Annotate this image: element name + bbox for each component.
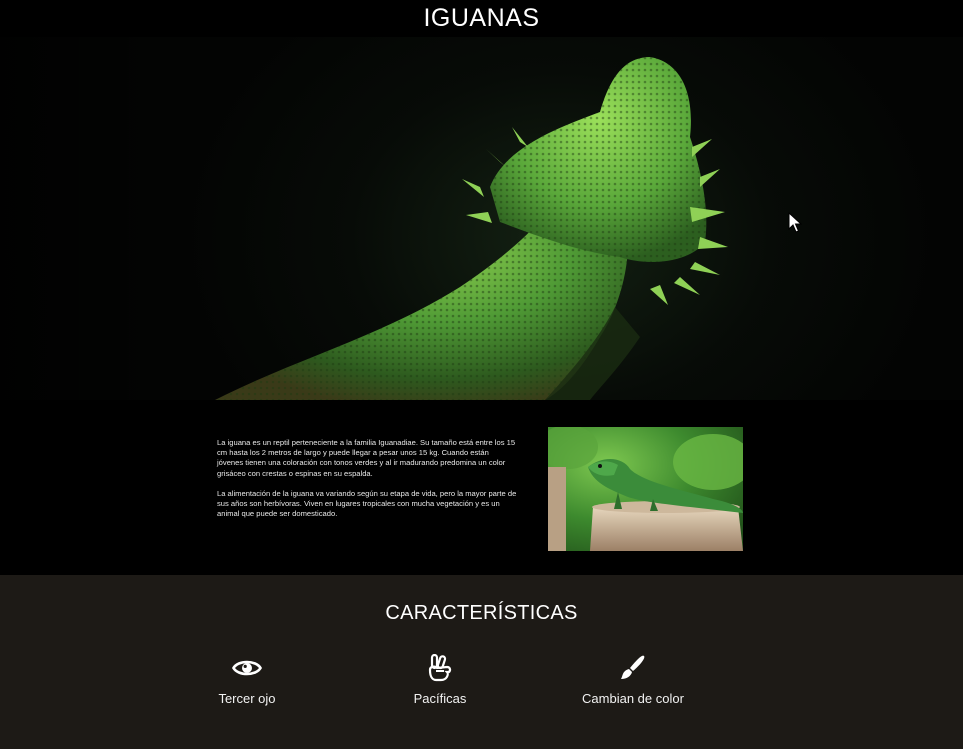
feature-item: Tercer ojo [167, 653, 327, 706]
iguana-photo-illustration [548, 427, 743, 551]
feature-item: Pacíficas [360, 653, 520, 706]
feature-label: Cambian de color [582, 691, 684, 706]
hero-image [0, 37, 963, 400]
features-title: CARACTERÍSTICAS [385, 602, 578, 624]
intro-section: La iguana es un reptil perteneciente a l… [0, 400, 963, 575]
intro-text: La iguana es un reptil perteneciente a l… [217, 438, 517, 519]
peace-hand-icon [360, 653, 520, 683]
mouse-cursor-icon [788, 211, 803, 239]
intro-paragraph: La alimentación de la iguana va variando… [217, 488, 517, 519]
iguana-photo [548, 427, 743, 551]
feature-item: Cambian de color [553, 653, 713, 706]
paint-brush-icon [553, 653, 713, 683]
feature-label: Pacíficas [413, 691, 467, 706]
features-section: CARACTERÍSTICAS Tercer ojo Pacíficas Cam… [0, 575, 963, 749]
eye-icon [167, 653, 327, 683]
iguana-hero-illustration [0, 37, 728, 400]
intro-paragraph: La iguana es un reptil perteneciente a l… [217, 438, 516, 478]
page-header: IGUANAS [0, 0, 963, 37]
feature-label: Tercer ojo [218, 691, 276, 706]
page-title: IGUANAS [423, 4, 540, 32]
